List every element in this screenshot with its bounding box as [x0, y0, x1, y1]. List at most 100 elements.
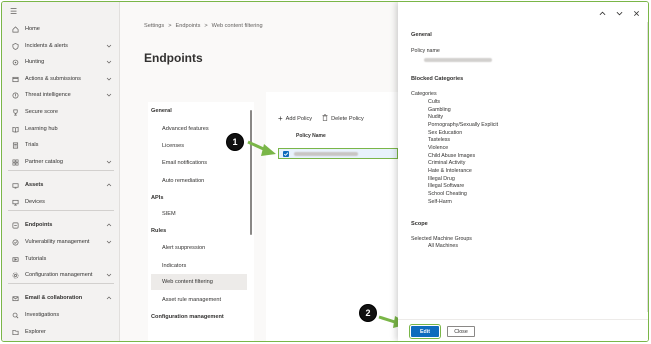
category-item: Nudity: [428, 114, 444, 121]
page-title: Endpoints: [144, 51, 203, 65]
config-icon: [11, 271, 19, 279]
policy-list-panel: + Add Policy Delete Policy Policy Name: [266, 92, 400, 341]
flyout-controls: [596, 8, 643, 19]
left-nav: ☰ Home Incidents & alerts Hunting Actions &…: [2, 2, 120, 341]
breadcrumb-endpoints[interactable]: Endpoints: [176, 23, 201, 29]
redacted-policy-name: [294, 152, 358, 156]
row-checkbox[interactable]: [283, 151, 289, 157]
nav-item-configuration-management[interactable]: Configuration management: [2, 267, 120, 283]
nav-item-label: Explorer: [25, 329, 46, 335]
edit-button[interactable]: Edit: [409, 324, 441, 339]
trash-icon: [322, 114, 328, 123]
delete-policy-button[interactable]: Delete Policy: [322, 114, 364, 123]
nav-item-label: Endpoints: [25, 222, 53, 228]
callout-1-badge: 1: [226, 133, 244, 151]
nav-item-trials[interactable]: Trials: [2, 137, 120, 153]
chevron-up-icon[interactable]: [596, 8, 609, 19]
chevron-down-icon[interactable]: [106, 92, 112, 98]
chevron-down-icon[interactable]: [106, 59, 112, 65]
chevron-down-icon[interactable]: [106, 159, 112, 165]
plus-icon: +: [278, 114, 283, 123]
delete-policy-label: Delete Policy: [331, 115, 364, 122]
flyout-scrollbar[interactable]: [647, 22, 648, 312]
chevron-down-icon[interactable]: [106, 43, 112, 49]
threat-intel-icon: [11, 91, 19, 99]
category-item: Sex Education: [428, 129, 463, 136]
policy-row[interactable]: [278, 148, 398, 159]
blocked-categories-heading: Blocked Categories: [411, 76, 464, 82]
nav-item-partner-catalog[interactable]: Partner catalog: [2, 154, 120, 170]
category-item: Cults: [428, 99, 441, 105]
category-item: Self-Harm: [428, 198, 452, 205]
category-item: Child Abuse Images: [428, 152, 476, 159]
chevron-down-icon[interactable]: [106, 239, 112, 245]
category-item: Hate & Intolerance: [428, 167, 472, 174]
settings-group-general: General: [151, 108, 172, 114]
nav-item-label: Tutorials: [25, 256, 47, 262]
nav-item-actions-submissions[interactable]: Actions & submissions: [2, 71, 120, 87]
tutorials-icon: [11, 255, 19, 263]
nav-item-label: Incidents & alerts: [25, 43, 68, 49]
nav-item-email-collaboration[interactable]: Email & collaboration: [2, 290, 120, 306]
nav-item-label: Configuration management: [25, 272, 93, 278]
callout-1-arrow-icon: [247, 140, 276, 156]
settings-scrollbar[interactable]: [250, 110, 252, 235]
chevron-down-icon[interactable]: [106, 76, 112, 82]
policy-details-flyout: General Policy name Blocked Categories C…: [398, 2, 648, 341]
nav-item-devices[interactable]: Devices: [2, 194, 120, 210]
home-icon: [11, 25, 19, 33]
nav-item-vulnerability-management[interactable]: Vulnerability management: [2, 234, 120, 250]
policy-toolbar: + Add Policy Delete Policy: [278, 114, 364, 123]
settings-group-apis: APIs: [151, 195, 164, 201]
settings-item-siem[interactable]: SIEM: [151, 206, 247, 222]
add-policy-button[interactable]: + Add Policy: [278, 114, 312, 123]
nav-item-label: Threat intelligence: [25, 92, 71, 98]
chevron-down-icon[interactable]: [106, 272, 112, 278]
nav-item-label: Vulnerability management: [25, 239, 90, 245]
nav-item-label: Hunting: [25, 59, 45, 65]
nav-item-label: Devices: [25, 199, 45, 205]
close-icon[interactable]: [630, 8, 643, 19]
nav-item-explorer[interactable]: Explorer: [2, 324, 120, 340]
nav-item-investigations[interactable]: Investigations: [2, 307, 120, 323]
policy-name-label: Policy name: [411, 48, 440, 54]
settings-item-alert-suppression[interactable]: Alert suppression: [151, 240, 247, 256]
column-header-policy-name[interactable]: Policy Name: [296, 133, 326, 139]
settings-item-web-content-filtering[interactable]: Web content filtering: [151, 274, 247, 290]
settings-item-email-notifications[interactable]: Email notifications: [151, 155, 247, 171]
nav-item-learning-hub[interactable]: Learning hub: [2, 121, 120, 137]
nav-item-threat-intelligence[interactable]: Threat intelligence: [2, 87, 120, 103]
redacted-policy-name-value: [424, 58, 492, 62]
nav-item-label: Actions & submissions: [25, 76, 81, 82]
category-item: School Cheating: [428, 190, 467, 197]
chevron-up-icon[interactable]: [106, 295, 112, 301]
settings-item-auto-remediation[interactable]: Auto remediation: [151, 173, 247, 189]
shield-alert-icon: [11, 42, 19, 50]
nav-item-assets[interactable]: Assets: [2, 177, 120, 193]
nav-item-tutorials[interactable]: Tutorials: [2, 251, 120, 267]
nav-item-label: Partner catalog: [25, 159, 63, 165]
settings-item-indicators[interactable]: Indicators: [151, 258, 247, 274]
nav-item-label: Trials: [25, 142, 39, 148]
chevron-up-icon[interactable]: [106, 222, 112, 228]
devices-icon: [11, 198, 19, 206]
categories-list: Cults Gambling Nudity Pornography/Sexual…: [428, 99, 498, 206]
category-item: Pornography/Sexually Explicit: [428, 121, 499, 128]
settings-item-asset-rule-management[interactable]: Asset rule management: [151, 292, 247, 308]
chevron-down-icon[interactable]: [613, 8, 626, 19]
breadcrumb-web-content-filtering: Web content filtering: [211, 23, 263, 29]
nav-item-endpoints[interactable]: Endpoints: [2, 217, 120, 233]
hamburger-menu-icon[interactable]: ☰: [10, 7, 17, 16]
endpoints-icon: [11, 221, 19, 229]
nav-item-secure-score[interactable]: Secure score: [2, 104, 120, 120]
close-button[interactable]: Close: [447, 326, 475, 337]
trophy-icon: [11, 108, 19, 116]
chevron-up-icon[interactable]: [106, 182, 112, 188]
nav-item-incidents-alerts[interactable]: Incidents & alerts: [2, 38, 120, 54]
breadcrumb-settings[interactable]: Settings: [144, 23, 164, 29]
nav-item-home[interactable]: Home: [2, 21, 120, 37]
nav-item-hunting[interactable]: Hunting: [2, 54, 120, 70]
explorer-icon: [11, 328, 19, 336]
nav-item-label: Secure score: [25, 109, 58, 115]
email-icon: [11, 294, 19, 302]
